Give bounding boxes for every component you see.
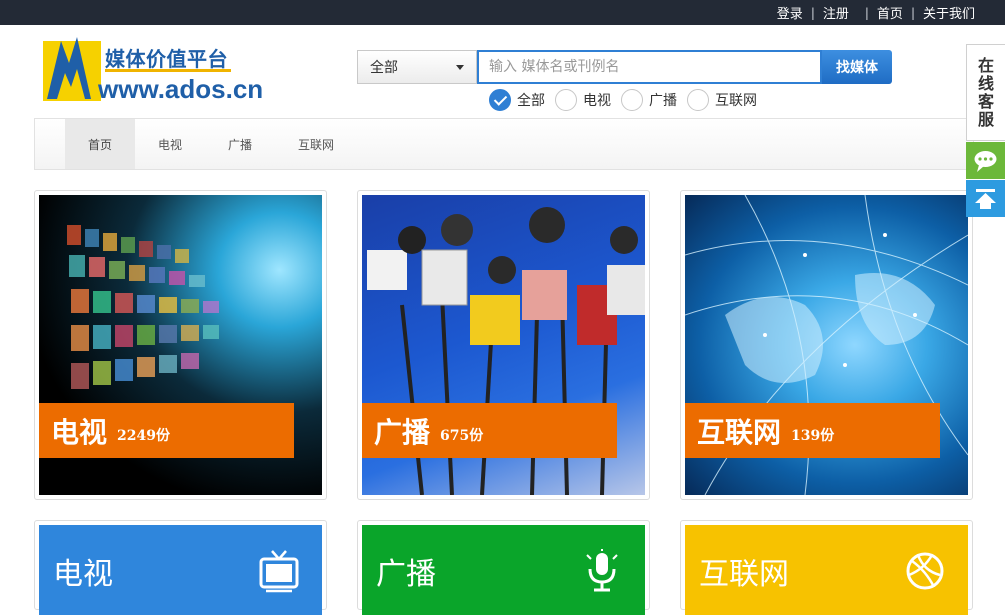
media-name: 广播	[374, 415, 431, 449]
separator: |	[910, 5, 915, 20]
category-tile-radio[interactable]: 广播	[357, 520, 650, 615]
media-count: 139份	[791, 427, 835, 444]
media-card-tv[interactable]: 电视 2249份	[34, 190, 327, 500]
separator: |	[810, 5, 815, 20]
radio-label: 广播	[649, 93, 677, 109]
top-bar: 登录 | 注册 | 首页 | 关于我们	[0, 0, 1005, 25]
microphone-icon	[586, 549, 618, 592]
radio-label: 全部	[517, 93, 545, 109]
home-link[interactable]: 首页	[877, 3, 903, 22]
microphones-image: 广播 675份	[362, 195, 645, 495]
radio-unchecked-icon	[621, 89, 643, 111]
tile-inner: 广播	[362, 525, 645, 615]
globe-icon	[906, 552, 944, 590]
radio-label: 电视	[583, 93, 611, 109]
radio-unchecked-icon	[555, 89, 577, 111]
arrow-up-icon	[975, 189, 996, 209]
logo-title: 媒体价值平台	[105, 47, 228, 71]
logo-mountain-icon	[43, 37, 101, 101]
tv-wall-image: 电视 2249份	[39, 195, 322, 495]
tv-icon	[259, 550, 299, 593]
tile-name: 广播	[376, 557, 436, 592]
media-name: 电视	[51, 415, 108, 449]
caret-down-icon	[456, 64, 464, 70]
login-link[interactable]: 登录	[777, 3, 803, 22]
category-select[interactable]: 全部	[357, 50, 477, 84]
tile-inner: 互联网	[685, 525, 968, 615]
tile-name: 电视	[53, 557, 113, 592]
radio-radio[interactable]: 广播	[621, 89, 677, 111]
radio-checked-icon	[489, 89, 511, 111]
category-tile-internet[interactable]: 互联网	[680, 520, 973, 615]
media-label: 广播 675份	[362, 403, 617, 458]
media-label: 电视 2249份	[39, 403, 294, 458]
media-card-radio[interactable]: 广播 675份	[357, 190, 650, 500]
radio-internet[interactable]: 互联网	[687, 89, 757, 111]
nav-item-home[interactable]: 首页	[65, 119, 135, 169]
back-to-top-button[interactable]	[966, 180, 1005, 217]
nav-item-tv[interactable]: 电视	[135, 119, 205, 169]
register-link[interactable]: 注册	[823, 3, 849, 22]
media-count: 2249份	[117, 427, 170, 444]
nav-item-internet[interactable]: 互联网	[281, 119, 351, 169]
search-button[interactable]: 找媒体	[822, 50, 892, 84]
separator: |	[864, 5, 869, 20]
media-name: 互联网	[697, 415, 782, 449]
customer-service-label: 在线客服	[977, 55, 994, 129]
nav-item-radio[interactable]: 广播	[205, 119, 275, 169]
logo-domain: www.ados.cn	[98, 74, 264, 104]
chat-bubble-icon	[974, 151, 997, 172]
tile-name: 互联网	[699, 557, 789, 592]
tile-inner: 电视	[39, 525, 322, 615]
about-link[interactable]: 关于我们	[923, 3, 975, 22]
radio-all[interactable]: 全部	[489, 89, 545, 111]
radio-unchecked-icon	[687, 89, 709, 111]
globe-network-image: 互联网 139份	[685, 195, 968, 495]
main-nav: 首页 电视 广播 互联网	[34, 118, 974, 170]
top-links: 登录 | 注册 | 首页 | 关于我们	[777, 0, 975, 25]
media-card-internet[interactable]: 互联网 139份	[680, 190, 973, 500]
logo-underline	[105, 69, 231, 72]
media-label: 互联网 139份	[685, 403, 940, 458]
site-logo[interactable]: 媒体价值平台 www.ados.cn	[43, 33, 263, 104]
radio-label: 互联网	[715, 93, 757, 109]
chat-button[interactable]	[966, 142, 1005, 179]
category-tile-tv[interactable]: 电视	[34, 520, 327, 615]
search-input[interactable]	[477, 50, 822, 84]
category-select-value: 全部	[370, 60, 398, 76]
online-customer-service[interactable]: 在线客服	[966, 44, 1005, 141]
media-count: 675份	[440, 427, 484, 444]
radio-tv[interactable]: 电视	[555, 89, 611, 111]
media-type-radios: 全部 电视 广播 互联网	[489, 89, 767, 111]
